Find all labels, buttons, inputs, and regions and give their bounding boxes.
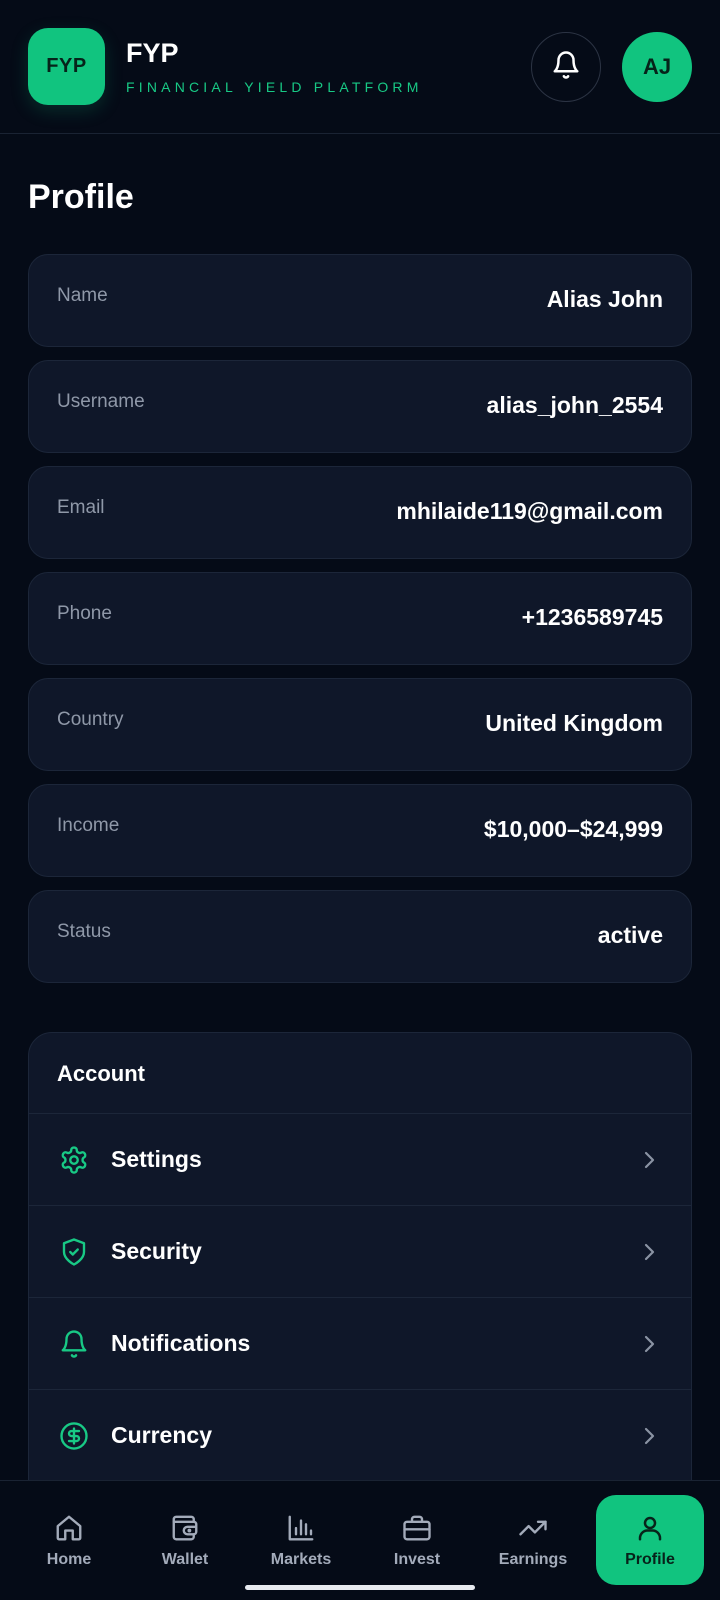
brand-title: FYP (126, 38, 179, 68)
field-value: alias_john_2554 (486, 392, 663, 418)
field-label: Phone (57, 603, 112, 624)
field-value: Alias John (546, 286, 663, 312)
field-label: Username (57, 391, 145, 412)
field-label: Country (57, 709, 124, 730)
chevron-right-icon (639, 1424, 659, 1448)
profile-field-email: Email mhilaide119@gmail.com (28, 466, 692, 559)
bell-icon (551, 50, 581, 85)
field-label: Status (57, 921, 111, 942)
avatar-initials: AJ (642, 54, 672, 79)
field-label: Name (57, 285, 108, 306)
trending-up-icon (516, 1511, 550, 1545)
profile-field-name: Name Alias John (28, 254, 692, 347)
bell-icon (57, 1327, 91, 1361)
profile-field-income: Income $10,000–$24,999 (28, 784, 692, 877)
app-header: FYP FYP FINANCIAL YIELD PLATFORM AJ (0, 0, 720, 134)
wallet-icon (168, 1511, 202, 1545)
field-value: mhilaide119@gmail.com (396, 498, 663, 524)
page-title: Profile (28, 178, 134, 216)
nav-label: Earnings (498, 1551, 568, 1568)
account-item-settings[interactable]: Settings (29, 1113, 691, 1205)
avatar[interactable]: AJ (622, 32, 692, 102)
account-item-security[interactable]: Security (29, 1205, 691, 1297)
field-label: Income (57, 815, 120, 836)
account-item-label: Currency (111, 1422, 212, 1448)
field-value: +1236589745 (521, 604, 663, 630)
nav-item-wallet[interactable]: Wallet (132, 1495, 238, 1585)
dollar-circle-icon (57, 1419, 91, 1453)
bottom-nav: Home Wallet Markets Invest Earnings Prof… (0, 1480, 720, 1600)
nav-item-profile[interactable]: Profile (596, 1495, 704, 1585)
account-item-notifications[interactable]: Notifications (29, 1297, 691, 1389)
account-item-label: Security (111, 1238, 202, 1264)
nav-label: Invest (393, 1551, 441, 1568)
nav-label: Home (46, 1551, 92, 1568)
nav-label: Markets (270, 1551, 332, 1568)
gear-icon (57, 1143, 91, 1177)
field-value: active (597, 922, 663, 948)
nav-item-invest[interactable]: Invest (364, 1495, 470, 1585)
account-item-label: Settings (111, 1146, 202, 1172)
briefcase-icon (400, 1511, 434, 1545)
home-indicator[interactable] (245, 1585, 475, 1590)
chevron-right-icon (639, 1332, 659, 1356)
shield-check-icon (57, 1235, 91, 1269)
nav-item-home[interactable]: Home (16, 1495, 122, 1585)
profile-field-status: Status active (28, 890, 692, 983)
profile-field-country: Country United Kingdom (28, 678, 692, 771)
app-logo[interactable]: FYP (28, 28, 105, 105)
account-item-currency[interactable]: Currency (29, 1389, 691, 1481)
home-icon (52, 1511, 86, 1545)
chevron-right-icon (639, 1240, 659, 1264)
field-value: $10,000–$24,999 (483, 816, 663, 842)
nav-item-markets[interactable]: Markets (248, 1495, 354, 1585)
nav-label: Wallet (161, 1551, 209, 1568)
account-title: Account (57, 1061, 145, 1086)
account-item-label: Notifications (111, 1330, 251, 1356)
bar-chart-icon (284, 1511, 318, 1545)
profile-field-username: Username alias_john_2554 (28, 360, 692, 453)
field-label: Email (57, 497, 105, 518)
field-value: United Kingdom (485, 710, 663, 736)
user-icon (633, 1511, 667, 1545)
notifications-button[interactable] (531, 32, 601, 102)
chevron-right-icon (639, 1148, 659, 1172)
logo-text: FYP (46, 55, 87, 77)
profile-field-phone: Phone +1236589745 (28, 572, 692, 665)
brand-subtitle: FINANCIAL YIELD PLATFORM (126, 79, 423, 95)
nav-item-earnings[interactable]: Earnings (480, 1495, 586, 1585)
app-screen: FYP FYP FINANCIAL YIELD PLATFORM AJ Prof… (0, 0, 720, 1600)
nav-label: Profile (625, 1551, 675, 1568)
